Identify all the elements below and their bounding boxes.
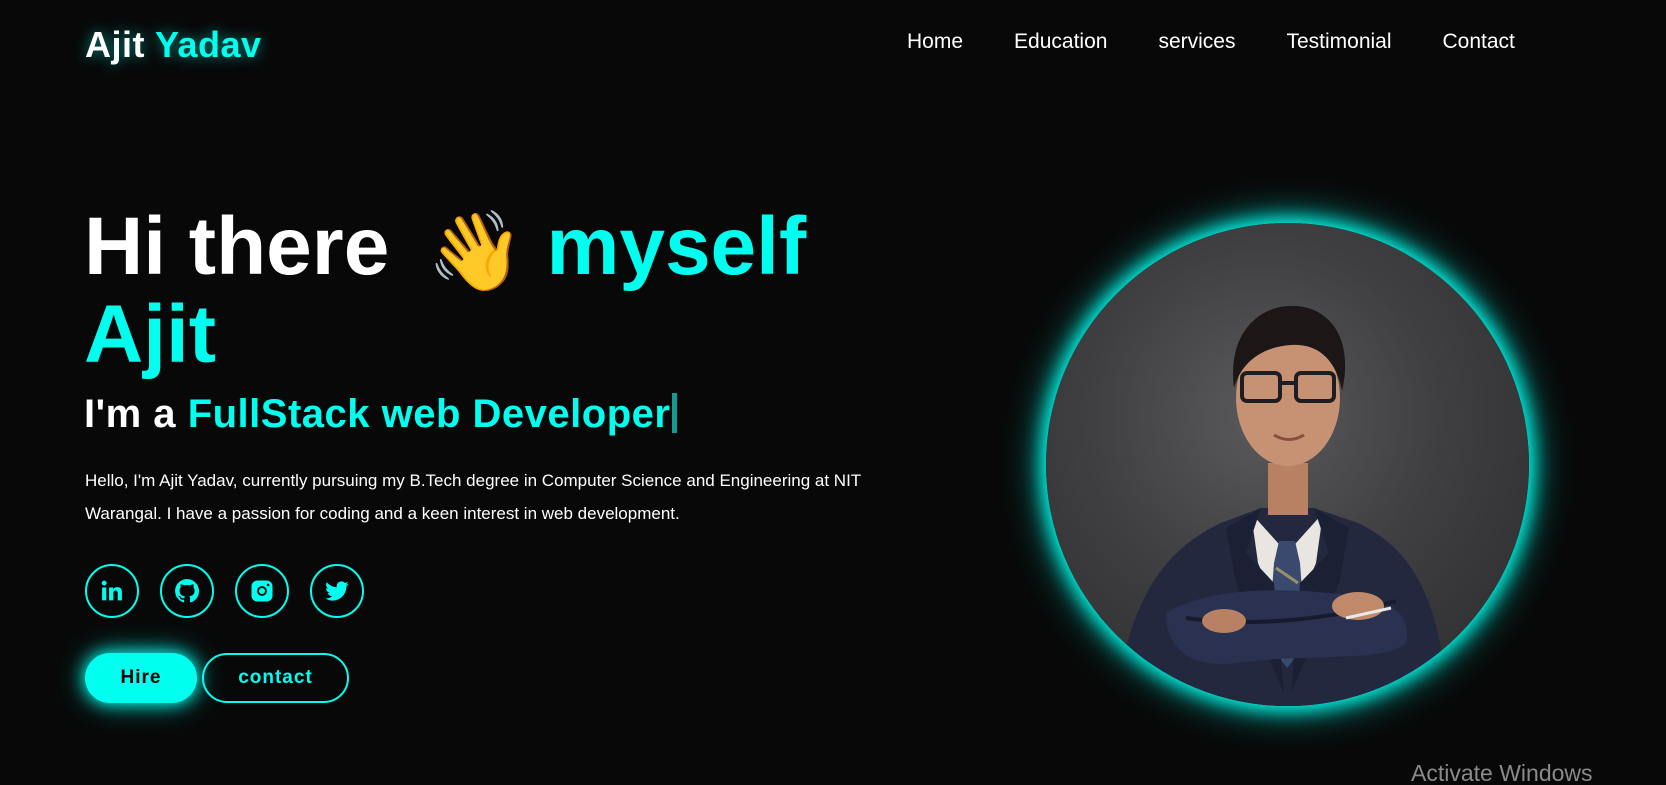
windows-activation-watermark: Activate Windows [1411, 760, 1593, 785]
nav-home[interactable]: Home [907, 30, 963, 54]
bio-paragraph: Hello, I'm Ajit Yadav, currently pursuin… [85, 471, 861, 523]
role-prefix: I'm a [84, 392, 177, 436]
typing-caret [672, 393, 678, 433]
main-nav: Home Education services Testimonial Cont… [907, 30, 1515, 54]
github-link[interactable] [160, 564, 214, 618]
nav-testimonial[interactable]: Testimonial [1286, 30, 1391, 54]
page: Ajit Yadav Home Education services Testim… [0, 0, 1666, 785]
twitter-icon [325, 581, 349, 601]
person-portrait-image [1116, 305, 1448, 706]
wave-emoji-icon: 👋 [427, 207, 525, 295]
hero-buttons: Hire contact [85, 653, 349, 703]
role-line: I'm a FullStack web Developer [84, 392, 678, 437]
role-text: FullStack web Developer [187, 392, 671, 436]
contact-button[interactable]: contact [202, 653, 349, 703]
github-icon [175, 579, 200, 603]
myself-text: myself [546, 201, 807, 292]
greeting-text: Hi there [84, 201, 390, 292]
twitter-link[interactable] [310, 564, 364, 618]
linkedin-link[interactable] [85, 564, 139, 618]
site-logo[interactable]: Ajit Yadav [85, 24, 262, 66]
logo-last-name: Yadav [155, 24, 262, 65]
nav-education[interactable]: Education [1014, 30, 1107, 54]
social-links [85, 564, 385, 618]
profile-photo [1046, 223, 1529, 706]
instagram-icon [251, 580, 273, 602]
hero-name: Ajit [84, 289, 217, 380]
nav-contact[interactable]: Contact [1443, 30, 1515, 54]
instagram-link[interactable] [235, 564, 289, 618]
linkedin-icon [101, 580, 122, 601]
nav-services[interactable]: services [1158, 30, 1235, 54]
hire-button[interactable]: Hire [85, 653, 197, 703]
logo-first-name: Ajit [85, 24, 145, 65]
hero-headline: Hi there 👋 myself Ajit [84, 205, 884, 377]
